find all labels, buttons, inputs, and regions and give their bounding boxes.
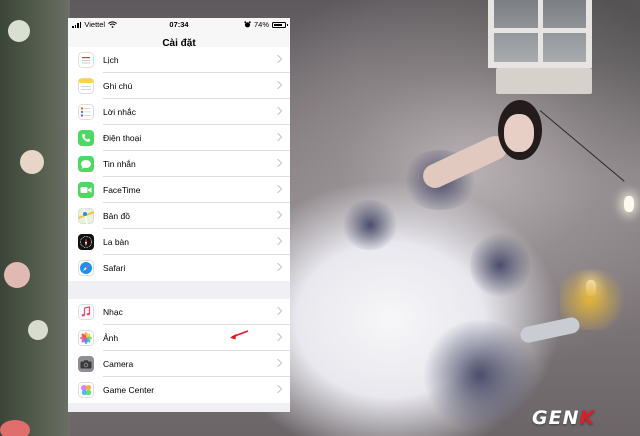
settings-row-label: Safari bbox=[103, 255, 290, 281]
alarm-icon bbox=[244, 21, 251, 28]
dress-lace bbox=[470, 230, 530, 300]
status-bar: Viettel 07:34 74% bbox=[68, 18, 290, 32]
settings-row[interactable]: Lịch bbox=[68, 47, 290, 73]
genk-logo: GENK bbox=[532, 407, 596, 429]
planter-box bbox=[496, 68, 592, 94]
settings-row[interactable]: Bản đồ bbox=[68, 203, 290, 229]
settings-row[interactable]: La bàn bbox=[68, 229, 290, 255]
calendar-icon bbox=[78, 52, 94, 68]
flower-decoration bbox=[4, 262, 30, 288]
flower-decoration bbox=[20, 150, 44, 174]
reminders-icon bbox=[78, 104, 94, 120]
settings-row-label: Bản đồ bbox=[103, 203, 290, 229]
chevron-right-icon bbox=[273, 184, 283, 194]
chevron-right-icon bbox=[273, 236, 283, 246]
settings-row-label: Lịch bbox=[103, 47, 290, 73]
phone-icon bbox=[78, 130, 94, 146]
flower-decoration bbox=[8, 20, 30, 42]
settings-group-apps: Lịch Ghi chú Lời nhắc Điện thoại Tin nhắn Fac… bbox=[68, 47, 290, 281]
settings-row[interactable]: Game Center bbox=[68, 377, 290, 403]
chevron-right-icon bbox=[273, 132, 283, 142]
compass-icon bbox=[78, 234, 94, 250]
chevron-right-icon bbox=[273, 384, 283, 394]
settings-row-label: Ảnh bbox=[103, 325, 290, 351]
facetime-icon bbox=[78, 182, 94, 198]
settings-row[interactable]: Tin nhắn bbox=[68, 151, 290, 177]
settings-row-label: Game Center bbox=[103, 377, 290, 403]
settings-row-label: Điện thoại bbox=[103, 125, 290, 151]
settings-row-label: Camera bbox=[103, 351, 290, 377]
messages-icon bbox=[78, 156, 94, 172]
settings-row[interactable]: Nhạc bbox=[68, 299, 290, 325]
settings-row[interactable]: Điện thoại bbox=[68, 125, 290, 151]
settings-row[interactable]: Ghi chú bbox=[68, 73, 290, 99]
settings-row[interactable]: FaceTime bbox=[68, 177, 290, 203]
camera-icon bbox=[78, 356, 94, 372]
chevron-right-icon bbox=[273, 358, 283, 368]
ivy-wall bbox=[0, 0, 70, 436]
flower-decoration bbox=[0, 420, 30, 436]
maps-icon bbox=[78, 208, 94, 224]
dress-lace bbox=[340, 200, 400, 250]
music-icon bbox=[78, 304, 94, 320]
chevron-right-icon bbox=[273, 54, 283, 64]
game-center-icon bbox=[78, 382, 94, 398]
settings-row-label: La bàn bbox=[103, 229, 290, 255]
chevron-right-icon bbox=[273, 262, 283, 272]
window bbox=[488, 0, 592, 68]
settings-row[interactable]: Camera bbox=[68, 351, 290, 377]
chevron-right-icon bbox=[273, 210, 283, 220]
settings-row[interactable]: Lời nhắc bbox=[68, 99, 290, 125]
photos-icon bbox=[78, 330, 94, 346]
chevron-right-icon bbox=[273, 106, 283, 116]
settings-row[interactable]: Ảnh bbox=[68, 325, 290, 351]
settings-row-label: Ghi chú bbox=[103, 73, 290, 99]
flower-decoration bbox=[28, 320, 48, 340]
chevron-right-icon bbox=[273, 332, 283, 342]
phone-screen: Viettel 07:34 74% Cài đặt Lịch Ghi chú Lời… bbox=[68, 18, 290, 412]
chevron-right-icon bbox=[273, 80, 283, 90]
settings-row[interactable]: Safari bbox=[68, 255, 290, 281]
settings-row-label: Lời nhắc bbox=[103, 99, 290, 125]
chevron-right-icon bbox=[273, 306, 283, 316]
light-bulb bbox=[624, 196, 634, 212]
notes-icon bbox=[78, 78, 94, 94]
battery-icon bbox=[272, 21, 288, 28]
settings-row-label: FaceTime bbox=[103, 177, 290, 203]
settings-row-label: Nhạc bbox=[103, 299, 290, 325]
red-arrow-annotation-icon bbox=[230, 330, 249, 340]
settings-group-media: Nhạc Ảnh Camera Game Center bbox=[68, 299, 290, 403]
settings-row-label: Tin nhắn bbox=[103, 151, 290, 177]
battery-percent: 74% bbox=[253, 20, 269, 29]
safari-icon bbox=[78, 260, 94, 276]
bride-face bbox=[504, 114, 534, 152]
chevron-right-icon bbox=[273, 158, 283, 168]
